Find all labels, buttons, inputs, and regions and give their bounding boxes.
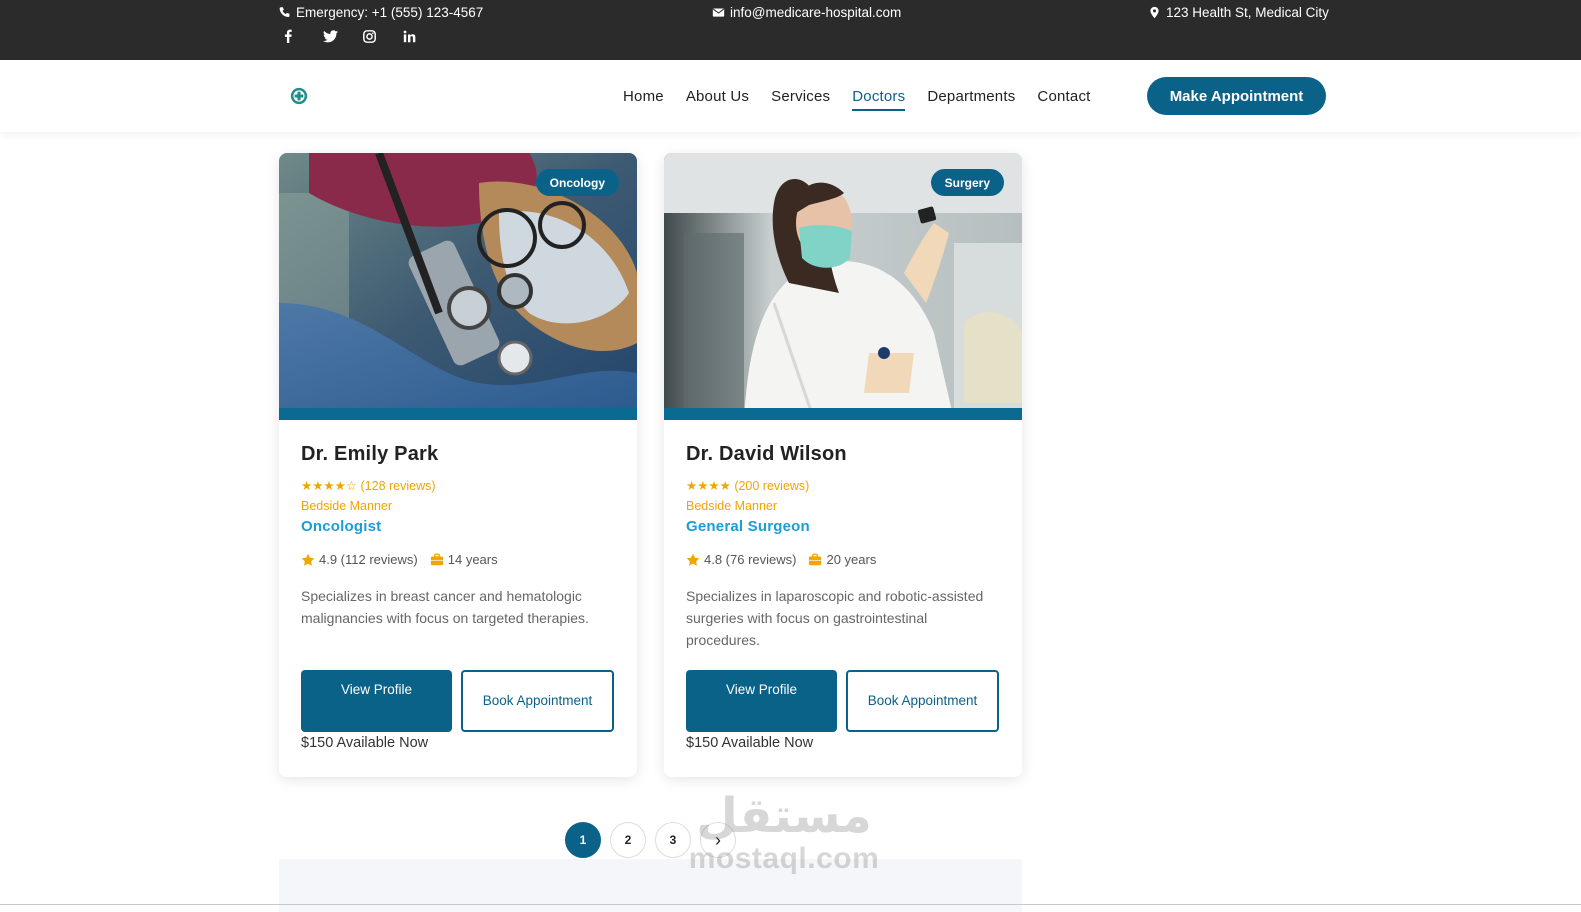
card-body: Dr. Emily Park ★★★★☆ (128 reviews) Bedsi… bbox=[301, 443, 617, 629]
address-text: 123 Health St, Medical City bbox=[1166, 5, 1329, 20]
nav-departments[interactable]: Departments bbox=[927, 88, 1015, 105]
nav-links: Home About Us Services Doctors Departmen… bbox=[612, 60, 1102, 132]
stars-reviews: (200 reviews) bbox=[734, 479, 810, 493]
emergency-phone-text: Emergency: +1 (555) 123-4567 bbox=[296, 5, 484, 20]
briefcase-icon bbox=[809, 553, 822, 566]
rating-text: 4.9 (112 reviews) bbox=[319, 552, 418, 567]
make-appointment-button[interactable]: Make Appointment bbox=[1147, 77, 1326, 115]
star-icon bbox=[686, 553, 700, 566]
stars-reviews: (128 reviews) bbox=[360, 479, 436, 493]
book-appointment-button[interactable]: Book Appointment bbox=[846, 670, 999, 732]
doctor-card: Oncology Dr. Emily Park ★★★★☆ (128 revie… bbox=[279, 153, 637, 777]
star-icon bbox=[301, 553, 315, 566]
doctor-description: Specializes in breast cancer and hematol… bbox=[301, 588, 589, 626]
stars: ★★★★☆ bbox=[301, 479, 358, 493]
facebook-icon[interactable] bbox=[283, 27, 323, 45]
twitter-icon[interactable] bbox=[323, 27, 363, 45]
pagination: 1 2 3 › bbox=[565, 822, 736, 858]
email-contact[interactable]: info@medicare-hospital.com bbox=[712, 5, 901, 20]
hospital-logo-icon[interactable] bbox=[290, 87, 308, 105]
bedside-manner-label: Bedside Manner bbox=[686, 499, 778, 513]
doctor-name: Dr. David Wilson bbox=[686, 443, 847, 465]
doctor-meta: 4.8 (76 reviews) 20 years bbox=[686, 552, 1002, 567]
linkedin-icon[interactable] bbox=[403, 27, 443, 45]
doctor-name: Dr. Emily Park bbox=[301, 443, 439, 465]
doctor-specialty: Oncologist bbox=[301, 518, 382, 535]
instagram-icon[interactable] bbox=[363, 27, 403, 45]
rating-text: 4.8 (76 reviews) bbox=[704, 552, 797, 567]
view-profile-button[interactable]: View Profile bbox=[686, 670, 837, 732]
doctor-specialty: General Surgeon bbox=[686, 518, 810, 535]
card-body: Dr. David Wilson ★★★★ (200 reviews) Beds… bbox=[686, 443, 1002, 651]
phone-icon bbox=[279, 7, 290, 17]
top-bar: Emergency: +1 (555) 123-4567 info@medica… bbox=[0, 0, 1581, 60]
social-links bbox=[283, 27, 443, 45]
emergency-phone[interactable]: Emergency: +1 (555) 123-4567 bbox=[278, 5, 483, 20]
experience-meta: 20 years bbox=[808, 552, 876, 567]
photo-accent-strip bbox=[279, 408, 637, 420]
nav-contact[interactable]: Contact bbox=[1037, 88, 1090, 105]
doctor-photo: Surgery bbox=[664, 153, 1022, 420]
card-actions: View Profile Book Appointment bbox=[686, 670, 999, 732]
page-1-button[interactable]: 1 bbox=[565, 822, 601, 858]
envelope-icon bbox=[712, 8, 725, 17]
bedside-manner-label: Bedside Manner bbox=[301, 499, 393, 513]
page-2-button[interactable]: 2 bbox=[610, 822, 646, 858]
experience-text: 20 years bbox=[826, 552, 877, 567]
experience-meta: 14 years bbox=[430, 552, 498, 567]
star-rating: ★★★★☆ (128 reviews) bbox=[301, 478, 617, 493]
experience-text: 14 years bbox=[447, 552, 498, 567]
map-marker-icon bbox=[1150, 6, 1159, 19]
card-actions: View Profile Book Appointment bbox=[301, 670, 614, 732]
main-navbar: Home About Us Services Doctors Departmen… bbox=[0, 60, 1581, 132]
page: Emergency: +1 (555) 123-4567 info@medica… bbox=[0, 0, 1581, 912]
star-rating: ★★★★ (200 reviews) bbox=[686, 478, 1002, 493]
photo-accent-strip bbox=[664, 408, 1022, 420]
address: 123 Health St, Medical City bbox=[1148, 5, 1329, 20]
nav-services[interactable]: Services bbox=[771, 88, 830, 105]
doctor-meta: 4.9 (112 reviews) 14 years bbox=[301, 552, 617, 567]
page-3-button[interactable]: 3 bbox=[655, 822, 691, 858]
rating-meta: 4.8 (76 reviews) bbox=[686, 552, 796, 567]
department-tag: Surgery bbox=[930, 169, 1004, 196]
doctor-card: Surgery Dr. David Wilson ★★★★ (200 revie… bbox=[664, 153, 1022, 777]
next-page-button[interactable]: › bbox=[700, 822, 736, 858]
stars: ★★★★ bbox=[686, 479, 731, 493]
view-profile-button[interactable]: View Profile bbox=[301, 670, 452, 732]
doctor-photo: Oncology bbox=[279, 153, 637, 420]
rating-meta: 4.9 (112 reviews) bbox=[301, 552, 418, 567]
price-availability: $150 Available Now bbox=[686, 735, 814, 751]
nav-about-us[interactable]: About Us bbox=[686, 88, 749, 105]
nav-home[interactable]: Home bbox=[623, 88, 664, 105]
doctor-description: Specializes in laparoscopic and robotic-… bbox=[686, 588, 984, 648]
book-appointment-button[interactable]: Book Appointment bbox=[461, 670, 614, 732]
briefcase-icon bbox=[430, 553, 443, 566]
price-availability: $150 Available Now bbox=[301, 735, 429, 751]
department-tag: Oncology bbox=[535, 169, 619, 196]
nav-doctors[interactable]: Doctors bbox=[852, 88, 906, 111]
email-text: info@medicare-hospital.com bbox=[730, 5, 902, 20]
page-bottom-border bbox=[0, 904, 1581, 905]
